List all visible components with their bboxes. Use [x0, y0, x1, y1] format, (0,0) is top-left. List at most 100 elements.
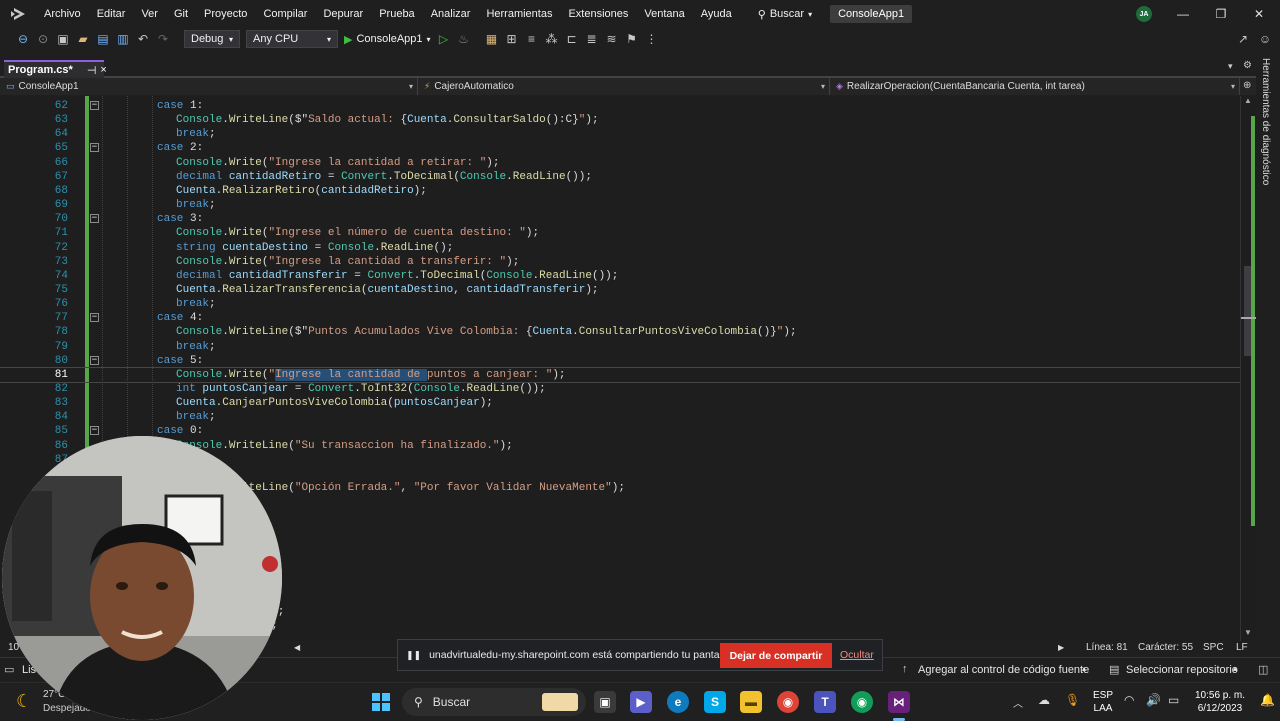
fold-toggle-icon[interactable]: −	[90, 355, 99, 365]
line-indicator[interactable]: Línea: 81	[1086, 642, 1128, 653]
class-dropdown[interactable]: ⚡ CajeroAutomatico ▾	[418, 78, 830, 95]
line-ending-indicator[interactable]: LF	[1236, 642, 1248, 653]
bookmark-icon[interactable]: ⚑	[625, 32, 639, 46]
microphone-icon[interactable]: 🎙	[1065, 693, 1080, 707]
menu-archivo[interactable]: Archivo	[36, 0, 89, 28]
teams-chat-icon[interactable]: ▶	[630, 691, 652, 713]
weather-icon[interactable]: ☾	[16, 691, 32, 712]
forward-icon[interactable]: ⊙	[36, 32, 50, 46]
run-button[interactable]: ▶ ConsoleApp1 ▾	[344, 33, 431, 46]
code-line[interactable]: 80 − case 5:	[0, 354, 1240, 368]
select-repo-button[interactable]: Seleccionar repositorio	[1126, 664, 1238, 676]
menu-ver[interactable]: Ver	[133, 0, 166, 28]
menu-proyecto[interactable]: Proyecto	[196, 0, 255, 28]
menu-ayuda[interactable]: Ayuda	[693, 0, 740, 28]
code-line[interactable]: 67 decimal cantidadRetiro = Convert.ToDec…	[0, 170, 1240, 184]
edge-icon[interactable]: e	[667, 691, 689, 713]
code-line[interactable]: 78 Console.WriteLine($"Puntos Acumulados …	[0, 325, 1240, 339]
code-line[interactable]: 77 − case 4:	[0, 311, 1240, 325]
tab-list-chevron-icon[interactable]: ▾	[1228, 61, 1233, 72]
align-icon[interactable]: ⊏	[565, 32, 579, 46]
new-project-icon[interactable]: ▣	[56, 32, 70, 46]
whitespace-indicator[interactable]: SPC	[1203, 642, 1224, 653]
scroll-up-icon[interactable]: ▲	[1244, 96, 1252, 105]
platform-dropdown[interactable]: Any CPU ▾	[246, 30, 338, 48]
diagnostic-tools-label[interactable]: Herramientas de diagnóstico	[1260, 58, 1271, 185]
file-explorer-icon[interactable]: ▬	[740, 691, 762, 713]
share-icon[interactable]: ↗	[1236, 32, 1250, 46]
code-line[interactable]: 84 break;	[0, 410, 1240, 424]
comment-icon[interactable]: ≣	[585, 32, 599, 46]
scroll-left-icon[interactable]: ◀	[294, 643, 300, 652]
redo-icon[interactable]: ↷	[156, 32, 170, 46]
menu-ventana[interactable]: Ventana	[636, 0, 692, 28]
menu-git[interactable]: Git	[166, 0, 196, 28]
code-line[interactable]: 70 − case 3:	[0, 212, 1240, 226]
onedrive-icon[interactable]: ☁	[1038, 693, 1050, 707]
vertical-scrollbar[interactable]: ▲ ▼	[1240, 96, 1257, 641]
close-icon[interactable]: ✕	[1240, 0, 1278, 28]
search-menu[interactable]: ⚲ Buscar ▾	[752, 8, 818, 21]
save-all-icon[interactable]: ▥	[116, 32, 130, 46]
solution-title[interactable]: ConsoleApp1	[830, 5, 913, 23]
clock[interactable]: 10:56 p. m. 6/12/2023	[1190, 689, 1250, 715]
avatar[interactable]: JA	[1136, 6, 1152, 22]
tab-close-icon[interactable]: ×	[100, 64, 106, 76]
code-line[interactable]: 79 break;	[0, 340, 1240, 354]
column-indicator[interactable]: Carácter: 55	[1138, 642, 1193, 653]
code-line[interactable]: 75 Cuenta.RealizarTransferencia(cuentaDes…	[0, 283, 1240, 297]
settings-icon[interactable]: ⚙	[1243, 60, 1252, 71]
find-icon[interactable]: ⊞	[505, 32, 519, 46]
code-line[interactable]: 83 Cuenta.CanjearPuntosViveColombia(punto…	[0, 396, 1240, 410]
undo-icon[interactable]: ↶	[136, 32, 150, 46]
notification-bell-icon[interactable]: 🔔	[1260, 693, 1275, 707]
menu-analizar[interactable]: Analizar	[423, 0, 479, 28]
scroll-right-icon[interactable]: ▶	[1058, 643, 1064, 652]
repo-icon[interactable]: ▤	[1109, 663, 1119, 676]
menu-prueba[interactable]: Prueba	[371, 0, 422, 28]
code-line[interactable]: 64 break;	[0, 127, 1240, 141]
format-icon[interactable]: ≡	[525, 32, 539, 46]
menu-herramientas[interactable]: Herramientas	[478, 0, 560, 28]
task-view-icon[interactable]: ▣	[594, 691, 616, 713]
code-line[interactable]: 73 Console.Write("Ingrese la cantidad a t…	[0, 255, 1240, 269]
code-line[interactable]: 65 − case 2:	[0, 141, 1240, 155]
maximize-icon[interactable]: ❐	[1202, 0, 1240, 28]
source-control-icon[interactable]: ↑	[902, 663, 908, 675]
battery-icon[interactable]: ▭	[1168, 693, 1179, 707]
taskbar-search[interactable]: ⚲ Buscar	[402, 688, 586, 716]
add-source-control-button[interactable]: Agregar al control de código fuente	[918, 664, 1089, 676]
code-line[interactable]: 71 Console.Write("Ingrese el número de cu…	[0, 226, 1240, 240]
hot-reload-icon[interactable]: ♨	[457, 32, 471, 46]
fold-toggle-icon[interactable]: −	[90, 101, 99, 110]
language-indicator[interactable]: ESP LAA	[1090, 689, 1116, 715]
code-line[interactable]: 74 decimal cantidadTransferir = Convert.T…	[0, 269, 1240, 283]
chrome-icon[interactable]: ◉	[777, 691, 799, 713]
fold-toggle-icon[interactable]: −	[90, 426, 99, 436]
notifications-icon[interactable]: ◫	[1258, 663, 1268, 676]
output-icon[interactable]: ▭	[4, 663, 14, 676]
save-icon[interactable]: ▤	[96, 32, 110, 46]
wifi-icon[interactable]: ◠	[1124, 693, 1134, 707]
menu-depurar[interactable]: Depurar	[315, 0, 371, 28]
uncomment-icon[interactable]: ≋	[605, 32, 619, 46]
menu-compilar[interactable]: Compilar	[255, 0, 315, 28]
fold-toggle-icon[interactable]: −	[90, 143, 99, 153]
open-icon[interactable]: ▰	[76, 32, 90, 46]
teams-icon[interactable]: T	[814, 691, 836, 713]
minimize-icon[interactable]: —	[1164, 0, 1202, 28]
tray-chevron-icon[interactable]: ︿	[1013, 695, 1023, 710]
toolbar-options-icon[interactable]: ⋮	[645, 32, 659, 46]
scroll-down-icon[interactable]: ▼	[1244, 628, 1252, 637]
pin-icon[interactable]: ⊣	[87, 64, 97, 77]
solution-explorer-icon[interactable]: ▦	[485, 32, 499, 46]
visual-studio-icon[interactable]: ⋈	[888, 691, 910, 713]
diagnostic-tools-panel[interactable]: Herramientas de diagnóstico	[1256, 58, 1280, 641]
start-without-debug-icon[interactable]: ▷	[437, 32, 451, 46]
code-line[interactable]: 63 Console.WriteLine($"Saldo actual: {Cue…	[0, 113, 1240, 127]
chrome-profile-icon[interactable]: ◉	[851, 691, 873, 713]
split-editor-icon[interactable]: ⊕	[1243, 80, 1251, 91]
skype-icon[interactable]: S	[704, 691, 726, 713]
feedback-icon[interactable]: ☺	[1258, 32, 1272, 46]
back-icon[interactable]: ⊖	[16, 32, 30, 46]
